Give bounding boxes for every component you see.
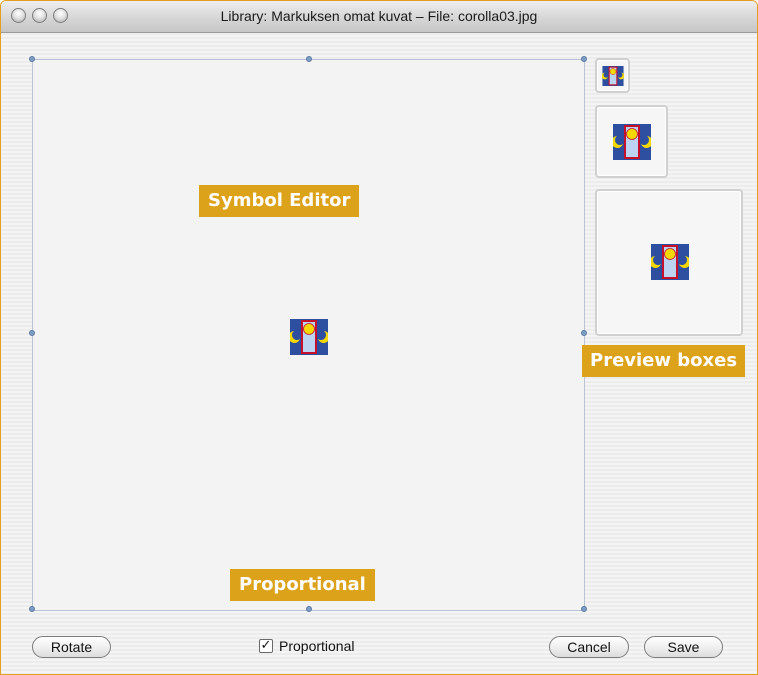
corolla03-preview-medium-icon: [613, 124, 651, 160]
resize-handle-right[interactable]: [581, 330, 587, 336]
resize-handle-top[interactable]: [306, 56, 312, 62]
corolla03-preview-large-icon: [651, 244, 689, 280]
proportional-callout: Proportional: [230, 569, 375, 601]
symbol-editor-canvas[interactable]: [29, 56, 587, 612]
cancel-button[interactable]: Cancel: [549, 636, 629, 658]
preview-boxes-callout: Preview boxes: [582, 345, 746, 377]
resize-handle-bottom-left[interactable]: [29, 606, 35, 612]
proportional-checkbox[interactable]: ✓: [259, 639, 273, 653]
save-button[interactable]: Save: [644, 636, 723, 658]
preview-large: [595, 189, 743, 336]
symbol-editor-window: Library: Markuksen omat kuvat – File: co…: [0, 0, 758, 675]
rotate-button[interactable]: Rotate: [32, 636, 111, 658]
symbol-editor-callout: Symbol Editor: [199, 185, 360, 217]
corolla03-preview-small-icon: [602, 66, 624, 86]
preview-medium: [595, 105, 668, 178]
resize-handle-bottom-right[interactable]: [581, 606, 587, 612]
resize-handle-bottom[interactable]: [306, 606, 312, 612]
resize-handle-top-left[interactable]: [29, 56, 35, 62]
proportional-checkbox-label[interactable]: Proportional: [279, 637, 355, 655]
corolla03-symbol-icon[interactable]: [290, 319, 328, 355]
title-bar[interactable]: Library: Markuksen omat kuvat – File: co…: [1, 1, 757, 33]
window-title: Library: Markuksen omat kuvat – File: co…: [220, 8, 538, 24]
preview-small: [595, 58, 630, 93]
resize-handle-top-right[interactable]: [581, 56, 587, 62]
resize-handle-left[interactable]: [29, 330, 35, 336]
